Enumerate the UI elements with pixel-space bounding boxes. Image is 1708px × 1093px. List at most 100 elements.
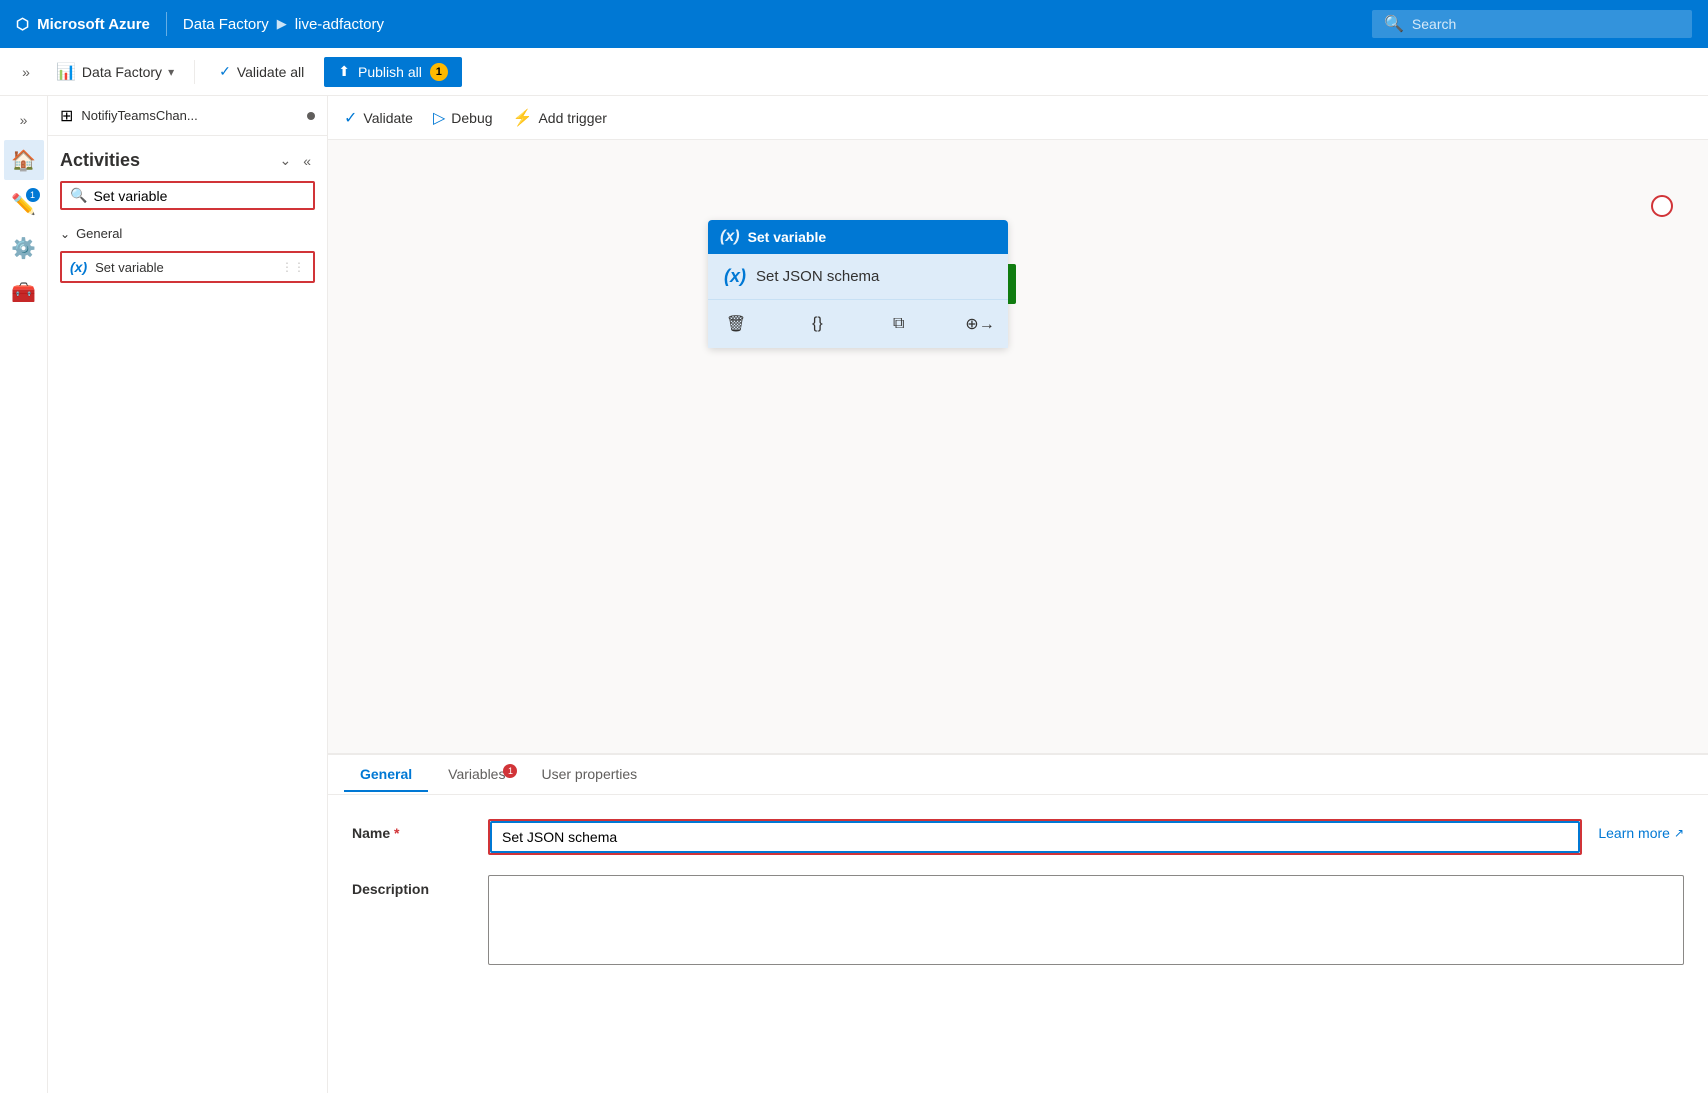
canvas-toolbar: ✓ Validate ▷ Debug ⚡ Add trigger bbox=[328, 96, 1708, 140]
activities-title: Activities bbox=[60, 150, 271, 171]
copy-icon: ⧉ bbox=[893, 315, 904, 333]
card-copy-button[interactable]: ⧉ bbox=[883, 308, 915, 340]
set-variable-icon: (x) bbox=[70, 259, 87, 275]
tab-variables-badge: 1 bbox=[503, 764, 517, 778]
learn-more-link[interactable]: Learn more ↗ bbox=[1598, 819, 1684, 841]
canvas-area: ✓ Validate ▷ Debug ⚡ Add trigger (x) Set… bbox=[328, 96, 1708, 1093]
tab-general-label: General bbox=[360, 766, 412, 782]
card-json-button[interactable]: {} bbox=[801, 308, 833, 340]
card-delete-button[interactable]: 🗑 bbox=[720, 308, 752, 340]
pipeline-unsaved-dot bbox=[307, 112, 315, 120]
azure-logo-icon: ⬡ bbox=[16, 15, 29, 33]
bottom-panel: General Variables 1 User properties Name… bbox=[328, 753, 1708, 1093]
canvas-debug-label: Debug bbox=[451, 110, 492, 126]
tab-general[interactable]: General bbox=[344, 758, 428, 792]
card-header: (x) Set variable bbox=[708, 220, 1008, 254]
toolbar-separator bbox=[194, 60, 195, 84]
validate-icon: ✓ bbox=[219, 63, 231, 80]
nav-divider bbox=[166, 12, 167, 36]
publish-label: Publish all bbox=[358, 64, 422, 80]
tab-variables-label: Variables bbox=[448, 766, 505, 782]
toolbox-icon: 🧰 bbox=[11, 280, 36, 305]
name-required-marker: * bbox=[394, 825, 399, 841]
connect-icon: ⊕→ bbox=[965, 314, 994, 334]
canvas-validate-label: Validate bbox=[363, 110, 413, 126]
activities-collapse-button[interactable]: ⌄ bbox=[275, 148, 295, 173]
top-navbar: ⬡ Microsoft Azure Data Factory ▶ live-ad… bbox=[0, 0, 1708, 48]
name-input-wrapper bbox=[488, 819, 1582, 855]
activities-general-section: ⌄ General (x) Set variable ⋮⋮ bbox=[48, 218, 327, 287]
card-header-label: Set variable bbox=[748, 229, 827, 245]
pipeline-tab[interactable]: ⊞ NotifiyTeamsChan... bbox=[48, 96, 327, 136]
activities-panel: ⊞ NotifiyTeamsChan... Activities ⌄ « 🔍 ⌄… bbox=[48, 96, 328, 1093]
pipeline-tab-icon: ⊞ bbox=[60, 106, 73, 126]
card-connect-button[interactable]: ⊕→ bbox=[964, 308, 996, 340]
search-icon: 🔍 bbox=[1384, 14, 1404, 34]
breadcrumb-sep-icon: ▶ bbox=[277, 16, 287, 32]
activities-general-header[interactable]: ⌄ General bbox=[60, 222, 315, 245]
external-link-icon: ↗ bbox=[1674, 826, 1684, 840]
sidebar-edit-button[interactable]: ✏️ 1 bbox=[4, 184, 44, 224]
name-input-border bbox=[490, 821, 1580, 853]
connector-circle bbox=[1651, 195, 1673, 217]
tab-user-properties-label: User properties bbox=[541, 766, 637, 782]
learn-more-label: Learn more bbox=[1598, 825, 1670, 841]
canvas-trigger-icon: ⚡ bbox=[513, 108, 533, 128]
validate-all-button[interactable]: ✓ Validate all bbox=[207, 59, 316, 84]
activities-collapse-all-button[interactable]: « bbox=[299, 149, 315, 173]
activities-header: Activities ⌄ « bbox=[48, 136, 327, 181]
brand-name: Microsoft Azure bbox=[37, 16, 150, 33]
edit-badge: 1 bbox=[26, 188, 40, 202]
validate-label: Validate all bbox=[237, 64, 304, 80]
canvas-workspace[interactable]: (x) Set variable (x) Set JSON schema 🗑 {… bbox=[328, 140, 1708, 753]
canvas-add-trigger-label: Add trigger bbox=[538, 110, 606, 126]
tab-user-properties[interactable]: User properties bbox=[525, 758, 653, 792]
card-body: (x) Set JSON schema bbox=[708, 254, 1008, 299]
set-variable-label: Set variable bbox=[95, 260, 273, 275]
data-factory-icon: 📊 bbox=[56, 62, 76, 82]
activities-search-icon: 🔍 bbox=[70, 187, 87, 204]
publish-all-button[interactable]: ⬆ Publish all 1 bbox=[324, 57, 462, 87]
canvas-validate-icon: ✓ bbox=[344, 108, 357, 128]
breadcrumb-item-1: live-adfactory bbox=[295, 16, 384, 33]
json-icon: {} bbox=[812, 315, 823, 333]
sidebar-manage-button[interactable]: 🧰 bbox=[4, 272, 44, 312]
canvas-debug-icon: ▷ bbox=[433, 108, 445, 128]
canvas-validate-button[interactable]: ✓ Validate bbox=[344, 108, 413, 128]
drag-handle-icon: ⋮⋮ bbox=[281, 260, 305, 274]
description-textarea[interactable] bbox=[488, 875, 1684, 965]
search-bar[interactable]: 🔍 bbox=[1372, 10, 1692, 38]
pipeline-tab-name: NotifiyTeamsChan... bbox=[81, 108, 197, 123]
tab-variables[interactable]: Variables 1 bbox=[432, 758, 521, 792]
sidebar-home-button[interactable]: 🏠 bbox=[4, 140, 44, 180]
delete-icon: 🗑 bbox=[726, 314, 746, 334]
brand-label: ⬡ Microsoft Azure bbox=[16, 15, 150, 33]
main-toolbar: » 📊 Data Factory ▾ ✓ Validate all ⬆ Publ… bbox=[0, 48, 1708, 96]
activities-search-input[interactable] bbox=[93, 188, 305, 204]
set-variable-activity-item[interactable]: (x) Set variable ⋮⋮ bbox=[60, 251, 315, 283]
name-input[interactable] bbox=[492, 823, 1578, 851]
name-form-row: Name * Learn more ↗ bbox=[352, 819, 1684, 855]
description-textarea-wrapper bbox=[488, 875, 1684, 970]
sidebar-monitor-button[interactable]: ⚙️ bbox=[4, 228, 44, 268]
bottom-tabs: General Variables 1 User properties bbox=[328, 755, 1708, 795]
icon-sidebar: » 🏠 ✏️ 1 ⚙️ 🧰 bbox=[0, 96, 48, 1093]
canvas-add-trigger-button[interactable]: ⚡ Add trigger bbox=[513, 108, 607, 128]
card-body-title: Set JSON schema bbox=[756, 268, 879, 285]
activities-search-box[interactable]: 🔍 bbox=[60, 181, 315, 210]
sidebar-expand-button[interactable]: » bbox=[12, 104, 36, 136]
section-label: General bbox=[76, 226, 122, 241]
card-header-icon: (x) bbox=[720, 228, 740, 246]
canvas-debug-button[interactable]: ▷ Debug bbox=[433, 108, 493, 128]
data-factory-label: Data Factory bbox=[82, 64, 162, 80]
card-status-indicator bbox=[1008, 264, 1016, 304]
toolbar-expand-button[interactable]: » bbox=[12, 58, 40, 86]
card-actions: 🗑 {} ⧉ ⊕→ bbox=[708, 299, 1008, 348]
description-label: Description bbox=[352, 875, 472, 897]
monitor-icon: ⚙️ bbox=[11, 236, 36, 261]
data-factory-menu-item[interactable]: 📊 Data Factory ▾ bbox=[48, 58, 182, 86]
breadcrumb: Data Factory ▶ live-adfactory bbox=[183, 16, 384, 33]
search-input[interactable] bbox=[1412, 16, 1680, 32]
breadcrumb-item-0: Data Factory bbox=[183, 16, 269, 33]
set-variable-card[interactable]: (x) Set variable (x) Set JSON schema 🗑 {… bbox=[708, 220, 1008, 348]
